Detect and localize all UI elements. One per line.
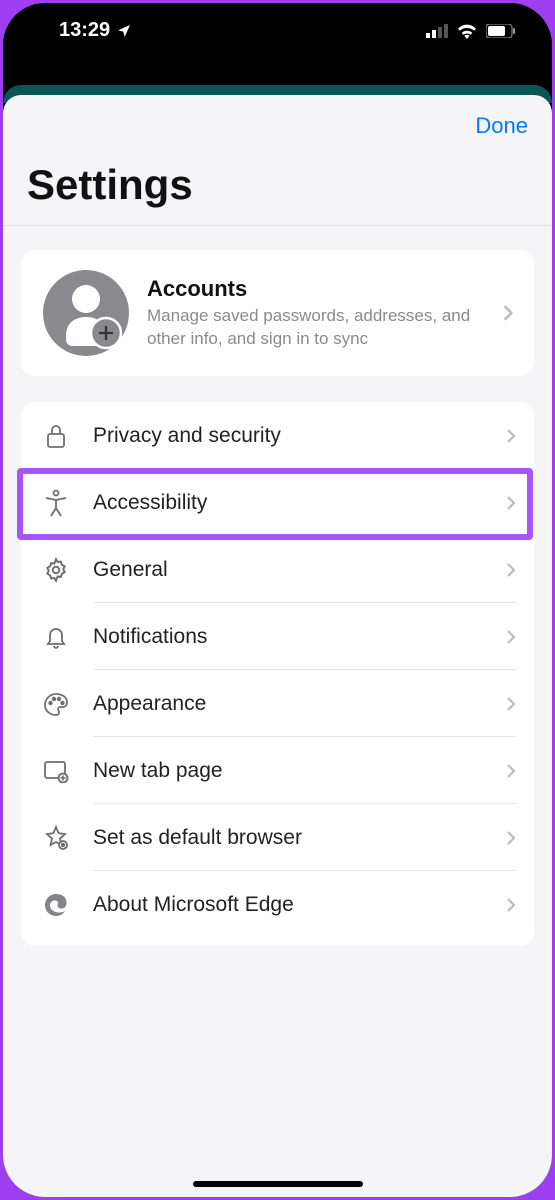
status-bar: 13:29	[3, 3, 552, 58]
row-label: Appearance	[93, 692, 506, 716]
chevron-right-icon	[506, 495, 516, 511]
page-title: Settings	[3, 139, 552, 226]
accessibility-icon	[41, 488, 71, 518]
row-new-tab-page[interactable]: New tab page	[21, 737, 534, 804]
new-tab-icon	[41, 756, 71, 786]
chevron-right-icon	[506, 696, 516, 712]
star-gear-icon	[41, 823, 71, 853]
accounts-row[interactable]: Accounts Manage saved passwords, address…	[21, 250, 534, 376]
settings-list: Privacy and security Accessibility	[21, 402, 534, 946]
bell-icon	[41, 622, 71, 652]
palette-icon	[41, 689, 71, 719]
chevron-right-icon	[506, 562, 516, 578]
row-label: New tab page	[93, 759, 506, 783]
chevron-right-icon	[506, 830, 516, 846]
chevron-right-icon	[506, 629, 516, 645]
row-label: General	[93, 558, 506, 582]
settings-sheet: Done Settings Accounts Manage saved pass…	[3, 95, 552, 1197]
row-notifications[interactable]: Notifications	[21, 603, 534, 670]
row-label: Privacy and security	[93, 424, 506, 448]
row-appearance[interactable]: Appearance	[21, 670, 534, 737]
row-general[interactable]: General	[21, 536, 534, 603]
row-about-edge[interactable]: About Microsoft Edge	[21, 871, 534, 938]
wifi-icon	[456, 23, 478, 39]
cellular-icon	[426, 24, 448, 38]
edge-icon	[41, 890, 71, 920]
status-time: 13:29	[59, 19, 110, 42]
row-label: Set as default browser	[93, 826, 506, 850]
chevron-right-icon	[506, 763, 516, 779]
chevron-right-icon	[506, 897, 516, 913]
home-indicator[interactable]	[193, 1181, 363, 1187]
location-icon	[116, 23, 132, 39]
row-accessibility[interactable]: Accessibility	[21, 469, 534, 536]
row-label: Notifications	[93, 625, 506, 649]
avatar-add-icon	[43, 270, 129, 356]
accounts-title: Accounts	[147, 276, 484, 302]
row-label: Accessibility	[93, 491, 506, 515]
row-label: About Microsoft Edge	[93, 893, 506, 917]
row-privacy-security[interactable]: Privacy and security	[21, 402, 534, 469]
chevron-right-icon	[502, 304, 514, 322]
gear-icon	[41, 555, 71, 585]
done-button[interactable]: Done	[475, 113, 528, 139]
battery-icon	[486, 24, 516, 38]
accounts-subtitle: Manage saved passwords, addresses, and o…	[147, 305, 484, 351]
row-default-browser[interactable]: Set as default browser	[21, 804, 534, 871]
lock-icon	[41, 421, 71, 451]
chevron-right-icon	[506, 428, 516, 444]
